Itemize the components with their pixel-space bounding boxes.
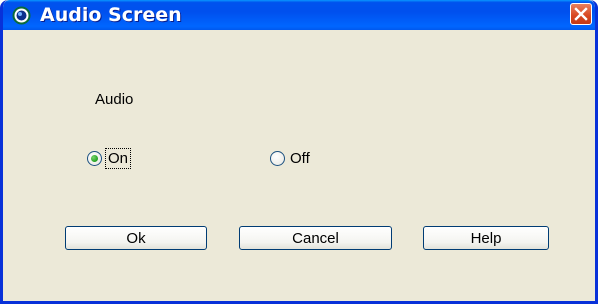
radio-dot-icon bbox=[91, 155, 98, 162]
ok-button[interactable]: Ok bbox=[65, 226, 207, 250]
window-title: Audio Screen bbox=[40, 4, 182, 26]
radio-selected-indicator[interactable] bbox=[87, 151, 102, 166]
cancel-button[interactable]: Cancel bbox=[239, 226, 392, 250]
audio-group-label: Audio bbox=[95, 91, 134, 108]
help-button[interactable]: Help bbox=[423, 226, 549, 250]
audio-on-radio[interactable]: On bbox=[87, 148, 132, 169]
audio-off-label[interactable]: Off bbox=[290, 150, 310, 167]
audio-screen-dialog: Audio Screen Audio On Off Ok Cancel Help bbox=[0, 0, 598, 304]
close-icon bbox=[574, 7, 588, 21]
audio-off-radio[interactable]: Off bbox=[270, 150, 310, 167]
radio-unselected-indicator[interactable] bbox=[270, 151, 285, 166]
app-logo-icon bbox=[12, 6, 31, 25]
audio-on-label[interactable]: On bbox=[104, 148, 132, 169]
close-button[interactable] bbox=[570, 3, 592, 25]
title-bar[interactable]: Audio Screen bbox=[3, 0, 595, 30]
